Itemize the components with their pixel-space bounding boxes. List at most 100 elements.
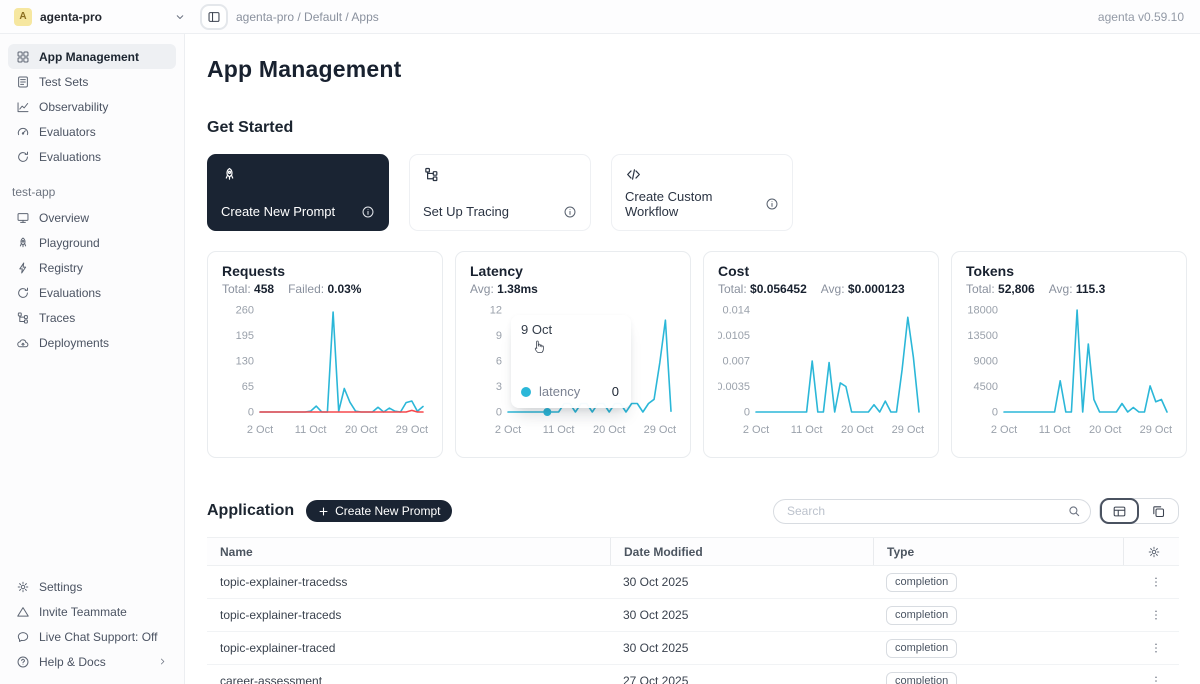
stat-card-requests: RequestsTotal: 458Failed: 0.03%065130195… (207, 251, 443, 458)
table-row[interactable]: topic-explainer-traced30 Oct 2025complet… (207, 632, 1179, 665)
sidebar-item-registry[interactable]: Registry (8, 255, 176, 280)
type-badge: completion (886, 606, 957, 625)
svg-text:20 Oct: 20 Oct (841, 424, 873, 436)
dots-vertical-icon[interactable] (1149, 575, 1163, 589)
sidebar-item-invite-teammate[interactable]: Invite Teammate (8, 599, 176, 624)
refresh-icon (16, 150, 30, 164)
get-started-card-create-custom-workflow[interactable]: Create Custom Workflow (611, 154, 793, 231)
chart-title: Cost (718, 263, 924, 279)
cell-name: topic-explainer-tracedss (207, 575, 610, 589)
dots-vertical-icon[interactable] (1149, 674, 1163, 684)
table-row[interactable]: topic-explainer-tracedss30 Oct 2025compl… (207, 566, 1179, 599)
sidebar-item-help-docs[interactable]: Help & Docs (8, 649, 176, 674)
svg-text:29 Oct: 29 Oct (644, 424, 676, 436)
sidebar-item-traces[interactable]: Traces (8, 305, 176, 330)
card-label: Create New Prompt (221, 204, 335, 219)
table-body: topic-explainer-tracedss30 Oct 2025compl… (207, 566, 1179, 684)
workspace-name: agenta-pro (40, 10, 102, 24)
dots-vertical-icon[interactable] (1149, 608, 1163, 622)
get-started-card-set-up-tracing[interactable]: Set Up Tracing (409, 154, 591, 231)
table-row[interactable]: topic-explainer-traceds30 Oct 2025comple… (207, 599, 1179, 632)
search-icon[interactable] (1067, 504, 1081, 518)
svg-text:4500: 4500 (974, 381, 998, 393)
sidebar-item-evaluations[interactable]: Evaluations (8, 144, 176, 169)
sidebar-item-live-chat-support-off[interactable]: Live Chat Support: Off (8, 624, 176, 649)
search-box (773, 499, 1091, 524)
column-header-type[interactable]: Type (873, 538, 1123, 565)
sidebar-item-app-management[interactable]: App Management (8, 44, 176, 69)
sidebar-toggle-button[interactable] (200, 4, 228, 30)
list-icon (16, 75, 30, 89)
svg-text:9: 9 (496, 330, 502, 342)
sidebar-item-test-sets[interactable]: Test Sets (8, 69, 176, 94)
application-title: Application (207, 502, 294, 520)
panel-left-icon (207, 10, 221, 24)
cell-date-modified: 30 Oct 2025 (610, 641, 873, 655)
workspace-selector[interactable]: A agenta-pro (14, 8, 186, 26)
chevronRight-icon (157, 656, 168, 667)
sidebar-item-label: Overview (39, 211, 89, 225)
refresh-icon (16, 286, 30, 300)
column-header-name[interactable]: Name (207, 538, 610, 565)
cell-type: completion (873, 573, 1123, 592)
svg-text:9000: 9000 (974, 356, 998, 368)
sidebar-item-observability[interactable]: Observability (8, 94, 176, 119)
breadcrumb[interactable]: agenta-pro / Default / Apps (236, 10, 379, 24)
card-view-icon (1151, 504, 1166, 519)
sidebar-item-label: Evaluations (39, 150, 101, 164)
cell-date-modified: 30 Oct 2025 (610, 608, 873, 622)
tooltip-series-name: latency (539, 384, 580, 399)
tree-icon (423, 166, 440, 183)
svg-text:0: 0 (248, 407, 254, 419)
sidebar-item-label: Test Sets (39, 75, 88, 89)
svg-text:20 Oct: 20 Oct (345, 424, 377, 436)
sidebar-item-label: Settings (39, 580, 82, 594)
sidebar-item-deployments[interactable]: Deployments (8, 330, 176, 355)
cell-name: topic-explainer-traced (207, 641, 610, 655)
svg-text:0.0035: 0.0035 (718, 381, 750, 393)
create-new-prompt-button[interactable]: Create New Prompt (306, 500, 452, 522)
gauge-icon (16, 125, 30, 139)
sidebar: App Management Test Sets Observability Eval… (0, 34, 185, 684)
svg-text:29 Oct: 29 Oct (396, 424, 428, 436)
info-icon (361, 205, 375, 219)
cell-type: completion (873, 606, 1123, 625)
info-icon-button[interactable] (765, 197, 779, 211)
svg-text:195: 195 (236, 330, 254, 342)
tree-icon (16, 311, 30, 325)
sidebar-item-evaluations[interactable]: Evaluations (8, 280, 176, 305)
rocket-icon (221, 166, 238, 183)
sidebar-section-label: test-app (12, 185, 176, 199)
sidebar-item-overview[interactable]: Overview (8, 205, 176, 230)
sidebar-item-evaluators[interactable]: Evaluators (8, 119, 176, 144)
svg-text:3: 3 (496, 381, 502, 393)
info-icon-button[interactable] (563, 205, 577, 219)
info-icon-button[interactable] (361, 205, 375, 219)
svg-text:2 Oct: 2 Oct (247, 424, 273, 436)
table-view-button[interactable] (1100, 498, 1139, 524)
cell-date-modified: 30 Oct 2025 (610, 575, 873, 589)
get-started-title: Get Started (207, 119, 1179, 137)
row-menu (1123, 674, 1179, 684)
app-version: agenta v0.59.10 (1098, 10, 1184, 24)
svg-text:20 Oct: 20 Oct (1089, 424, 1121, 436)
table-row[interactable]: career-assessment27 Oct 2025completion (207, 665, 1179, 684)
chart-title: Latency (470, 263, 676, 279)
column-header-date-modified[interactable]: Date Modified (610, 538, 873, 565)
main-content: App Management Get Started Create New Pr… (185, 34, 1200, 684)
chart-tooltip: 9 Oct latency 0 (511, 315, 631, 408)
stat-card-tokens: TokensTotal: 52,806Avg: 115.304500900013… (951, 251, 1187, 458)
sidebar-item-settings[interactable]: Settings (8, 574, 176, 599)
get-started-card-create-new-prompt[interactable]: Create New Prompt (207, 154, 389, 231)
chart-title: Requests (222, 263, 428, 279)
card-view-button[interactable] (1139, 498, 1178, 524)
code-icon (625, 166, 642, 183)
dots-vertical-icon[interactable] (1149, 641, 1163, 655)
sidebar-item-label: Evaluators (39, 125, 96, 139)
search-input[interactable] (773, 499, 1091, 524)
svg-text:0: 0 (496, 407, 502, 419)
gear-icon[interactable] (1147, 545, 1161, 559)
bolt-icon (16, 261, 30, 275)
sidebar-item-playground[interactable]: Playground (8, 230, 176, 255)
chat-icon (16, 630, 30, 644)
